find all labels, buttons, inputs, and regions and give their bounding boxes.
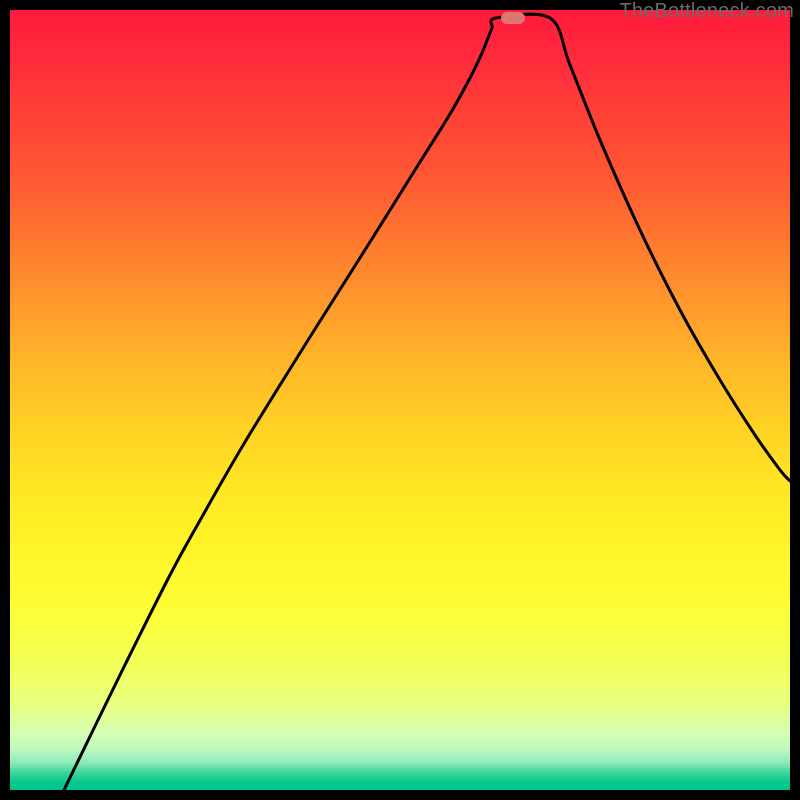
chart-stage: TheBottleneck.com: [0, 0, 800, 800]
bottleneck-curve: [10, 10, 790, 790]
optimal-marker: [501, 12, 525, 24]
watermark-text: TheBottleneck.com: [619, 0, 794, 23]
plot-area: [10, 10, 790, 790]
